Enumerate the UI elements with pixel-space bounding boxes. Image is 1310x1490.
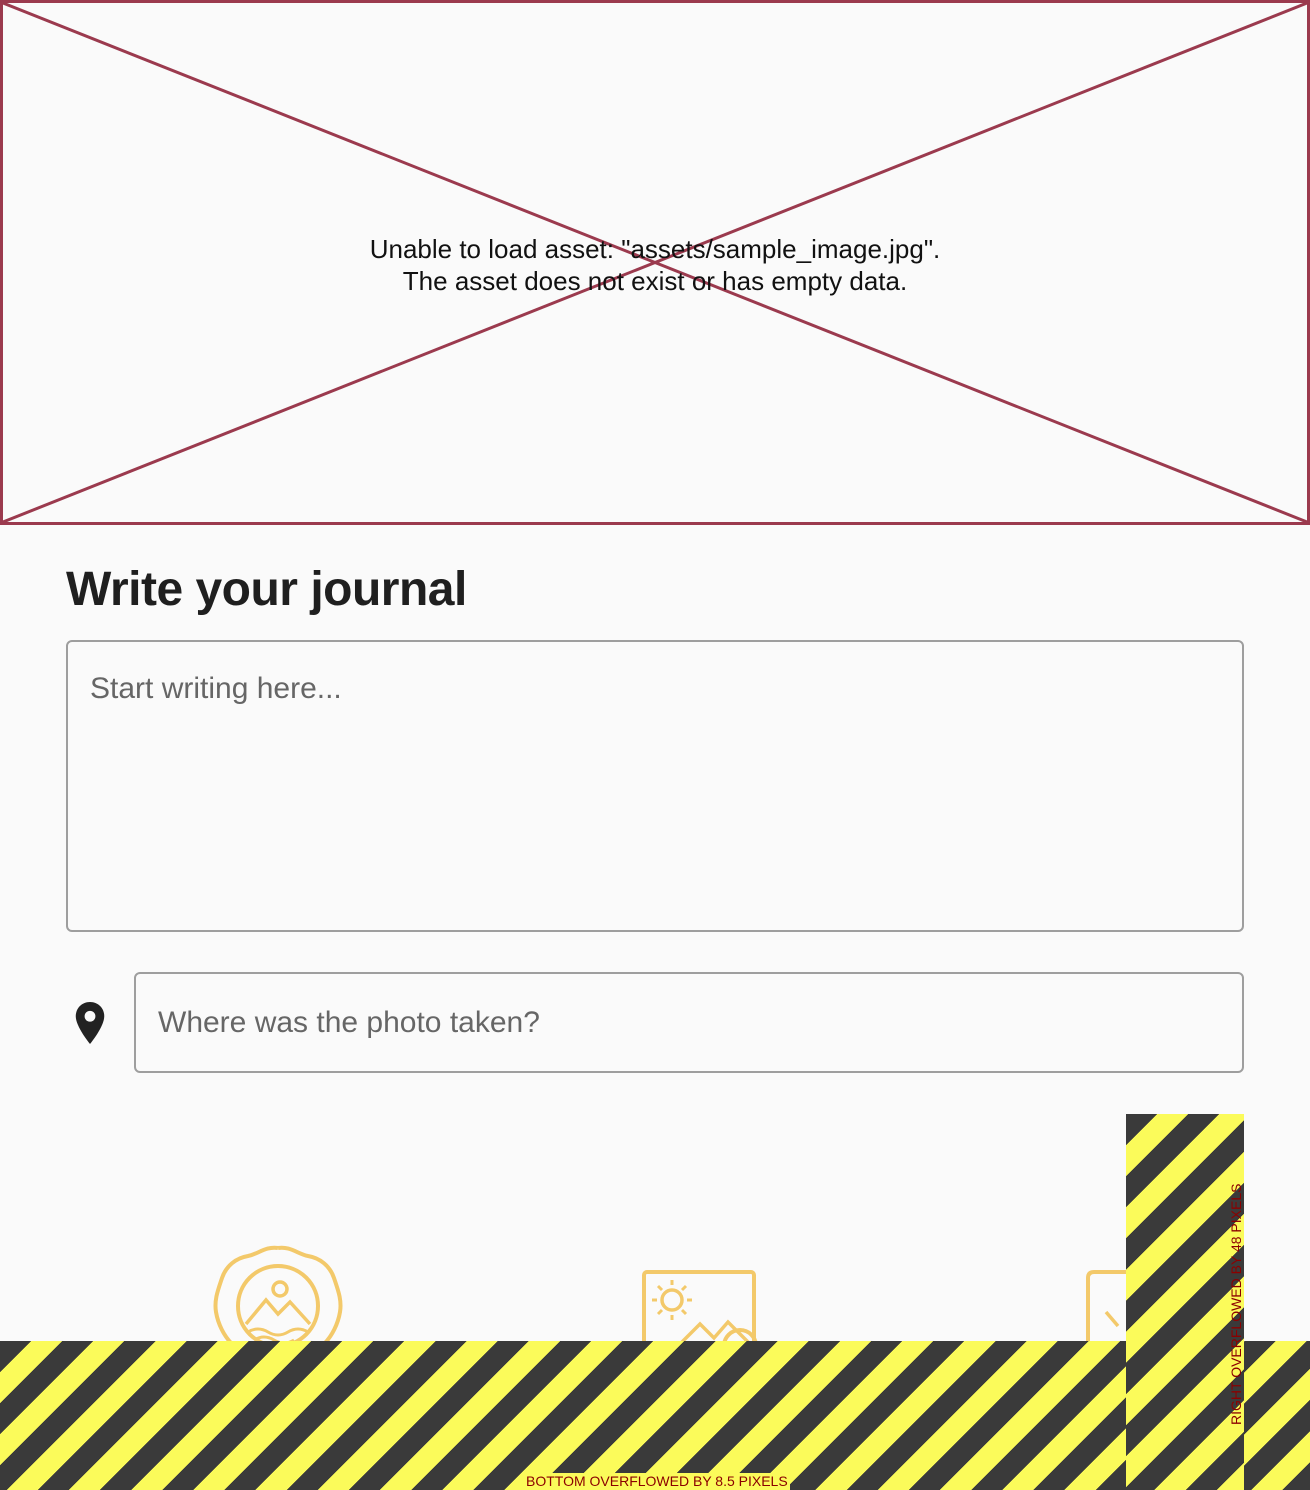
image-error-placeholder: Unable to load asset: "assets/sample_ima… — [0, 0, 1310, 525]
photo-check-icon[interactable] — [1084, 1268, 1130, 1344]
image-error-line-1: Unable to load asset: "assets/sample_ima… — [369, 234, 941, 264]
journal-screen: Unable to load asset: "assets/sample_ima… — [0, 0, 1310, 1490]
location-input[interactable] — [134, 972, 1244, 1073]
right-overflow-label: RIGHT OVERFLOWED BY 48 PIXELS — [1228, 1183, 1244, 1425]
bottom-overflow-label: BOTTOM OVERFLOWED BY 8.5 PIXELS — [524, 1473, 790, 1490]
sun-photo-icon[interactable] — [640, 1268, 770, 1344]
journal-text-area[interactable] — [66, 640, 1244, 932]
image-error-line-2: The asset does not exist or has empty da… — [402, 266, 908, 296]
right-overflow-indicator — [1126, 1114, 1244, 1490]
page-title: Write your journal — [66, 563, 467, 616]
location-pin-icon — [75, 1002, 105, 1044]
image-error-message: Unable to load asset: "assets/sample_ima… — [3, 233, 1307, 297]
badge-photo-icon[interactable] — [212, 1244, 344, 1344]
bottom-overflow-indicator — [0, 1341, 1310, 1490]
